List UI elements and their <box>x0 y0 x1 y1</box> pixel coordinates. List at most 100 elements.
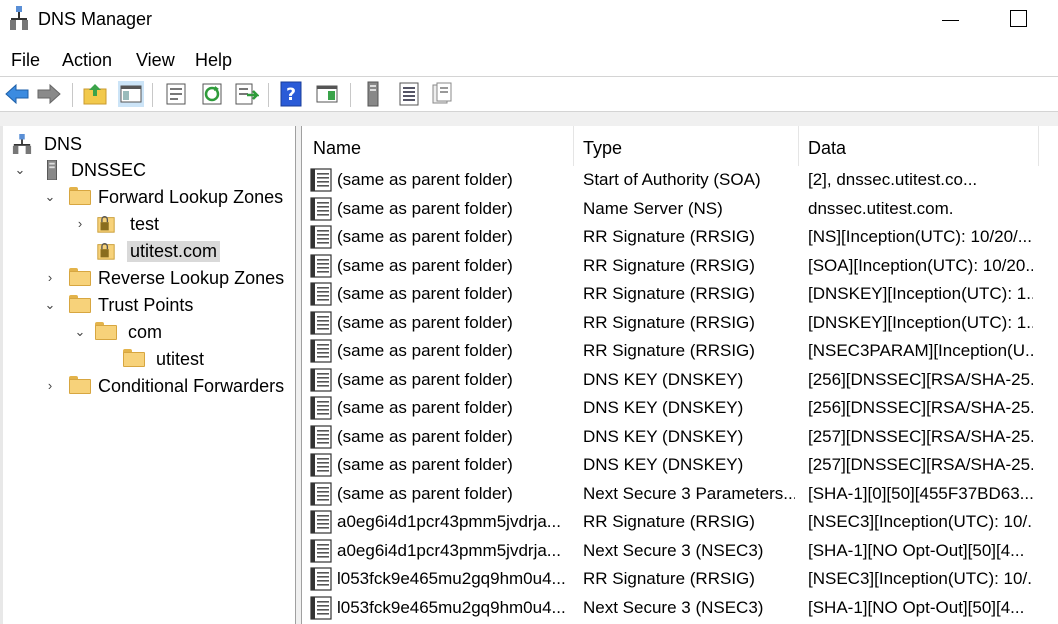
chevron-down-icon[interactable]: ⌄ <box>43 190 57 204</box>
record-name: (same as parent folder) <box>337 341 513 360</box>
record-data: [256][DNSSEC][RSA/SHA-25... <box>808 369 1033 389</box>
tree-label: Reverse Lookup Zones <box>98 268 285 288</box>
folder-icon <box>95 322 117 340</box>
back-arrow-icon[interactable] <box>4 81 30 107</box>
refresh-icon[interactable] <box>199 81 225 107</box>
table-row[interactable]: (same as parent folder) DNS KEY (DNSKEY) [… <box>303 423 1058 452</box>
table-row[interactable]: l053fck9e465mu2gq9hm0u4... RR Signature (… <box>303 565 1058 594</box>
record-data: [257][DNSSEC][RSA/SHA-25... <box>808 426 1033 446</box>
column-header-data[interactable]: Data <box>798 126 1038 166</box>
record-data: [DNSKEY][Inception(UTC): 1... <box>808 312 1033 332</box>
up-folder-icon[interactable] <box>82 81 108 107</box>
tree-item-utitest[interactable]: utitest <box>103 347 204 374</box>
table-row[interactable]: (same as parent folder) RR Signature (RRS… <box>303 223 1058 252</box>
tree-label: DNS <box>44 134 83 154</box>
table-row[interactable]: a0eg6i4d1pcr43pmm5jvdrja... RR Signature … <box>303 508 1058 537</box>
table-row[interactable]: (same as parent folder) DNS KEY (DNSKEY) [… <box>303 366 1058 395</box>
folder-icon <box>123 349 145 367</box>
menu-bar: File Action View Help <box>0 44 1058 74</box>
chevron-right-icon[interactable]: › <box>43 379 57 393</box>
resource-record-icon <box>310 282 332 306</box>
menu-help[interactable]: Help <box>195 50 232 71</box>
table-row[interactable]: (same as parent folder) RR Signature (RRS… <box>303 337 1058 366</box>
record-type: RR Signature (RRSIG) <box>583 512 755 531</box>
menu-view[interactable]: View <box>136 50 175 71</box>
resource-record-icon <box>310 595 332 620</box>
resource-record-icon <box>310 196 332 221</box>
column-header-name[interactable]: Name <box>303 126 573 166</box>
help-icon[interactable]: ? <box>279 81 305 107</box>
record-type: Name Server (NS) <box>583 198 723 218</box>
details-view-icon[interactable] <box>429 81 455 107</box>
record-name: (same as parent folder) <box>337 227 513 246</box>
minimize-button[interactable] <box>940 8 964 32</box>
record-data: [256][DNSSEC][RSA/SHA-25... <box>808 398 1033 417</box>
tree-label: Conditional Forwarders <box>98 376 285 396</box>
table-row[interactable]: a0eg6i4d1pcr43pmm5jvdrja... Next Secure 3… <box>303 537 1058 566</box>
menu-action[interactable]: Action <box>62 50 112 71</box>
dns-server-icon <box>12 134 32 154</box>
resource-record-icon <box>310 310 332 335</box>
record-data: [SHA-1][NO Opt-Out][50][4... <box>808 540 1025 560</box>
tree-label: Trust Points <box>98 295 194 315</box>
tree-item-com[interactable]: ⌄ com <box>73 320 162 347</box>
record-type: DNS KEY (DNSKEY) <box>583 426 744 446</box>
record-data: [2], dnssec.utitest.co... <box>808 170 978 189</box>
record-data: [257][DNSSEC][RSA/SHA-25... <box>808 455 1033 474</box>
maximize-button[interactable] <box>1010 10 1027 27</box>
record-type: DNS KEY (DNSKEY) <box>583 455 744 474</box>
table-row[interactable]: (same as parent folder) DNS KEY (DNSKEY) [… <box>303 451 1058 480</box>
records-list: Name Type Data (same as parent folder) St… <box>303 126 1058 624</box>
record-type: RR Signature (RRSIG) <box>583 284 755 303</box>
record-name: l053fck9e465mu2gq9hm0u4... <box>337 597 566 617</box>
record-data: [NSEC3][Inception(UTC): 10/... <box>808 512 1033 531</box>
table-row[interactable]: (same as parent folder) RR Signature (RRS… <box>303 309 1058 338</box>
column-header-type[interactable]: Type <box>573 126 798 166</box>
console-icon[interactable] <box>314 81 340 107</box>
pane-splitter[interactable] <box>296 126 302 624</box>
record-name: (same as parent folder) <box>337 455 513 474</box>
record-data: [NS][Inception(UTC): 10/20/... <box>808 227 1032 246</box>
chevron-down-icon[interactable]: ⌄ <box>13 163 27 177</box>
forward-arrow-icon[interactable] <box>36 81 62 107</box>
resource-record-icon <box>310 538 332 563</box>
chevron-right-icon[interactable]: › <box>43 271 57 285</box>
table-row[interactable]: (same as parent folder) DNS KEY (DNSKEY) [… <box>303 394 1058 423</box>
record-type: RR Signature (RRSIG) <box>583 569 755 588</box>
table-row[interactable]: l053fck9e465mu2gq9hm0u4... Next Secure 3 … <box>303 594 1058 623</box>
record-data: [DNSKEY][Inception(UTC): 1... <box>808 284 1033 303</box>
table-row[interactable]: (same as parent folder) RR Signature (RRS… <box>303 252 1058 281</box>
folder-icon <box>69 376 91 394</box>
signed-zone-icon <box>97 216 115 233</box>
table-row[interactable]: (same as parent folder) Next Secure 3 Par… <box>303 480 1058 509</box>
tree-label: DNSSEC <box>71 160 147 180</box>
record-name: (same as parent folder) <box>337 369 513 389</box>
chevron-down-icon[interactable]: ⌄ <box>73 325 87 339</box>
resource-record-icon <box>310 253 332 278</box>
export-list-icon[interactable] <box>233 81 259 107</box>
resource-record-icon <box>310 396 332 420</box>
list-view-icon[interactable] <box>396 81 422 107</box>
record-type: RR Signature (RRSIG) <box>583 312 755 332</box>
record-name: (same as parent folder) <box>337 198 513 218</box>
record-data: [SOA][Inception(UTC): 10/20... <box>808 255 1033 275</box>
table-row[interactable]: (same as parent folder) Start of Authorit… <box>303 166 1058 195</box>
record-type: Next Secure 3 (NSEC3) <box>583 540 764 560</box>
resource-record-icon <box>310 424 332 449</box>
record-name: (same as parent folder) <box>337 255 513 275</box>
tree-item-forward-lookup-zones[interactable]: ⌄ Forward Lookup Zones <box>43 185 283 212</box>
show-hide-tree-icon[interactable] <box>118 81 144 107</box>
tree-item-conditional-forwarders[interactable]: › Conditional Forwarders <box>43 374 284 401</box>
chevron-right-icon[interactable]: › <box>73 217 87 231</box>
record-data: [SHA-1][0][50][455F37BD63... <box>808 483 1033 503</box>
table-row[interactable]: (same as parent folder) Name Server (NS) d… <box>303 195 1058 224</box>
menu-file[interactable]: File <box>11 50 40 71</box>
tree-item-trust-points[interactable]: ⌄ Trust Points <box>43 293 193 320</box>
tree-label: test <box>130 214 160 234</box>
properties-icon[interactable] <box>163 81 189 107</box>
signed-zone-icon <box>97 243 115 260</box>
chevron-down-icon[interactable]: ⌄ <box>43 298 57 312</box>
tree-item-reverse-lookup-zones[interactable]: › Reverse Lookup Zones <box>43 266 284 293</box>
table-row[interactable]: (same as parent folder) RR Signature (RRS… <box>303 280 1058 309</box>
server-icon[interactable] <box>360 81 386 107</box>
